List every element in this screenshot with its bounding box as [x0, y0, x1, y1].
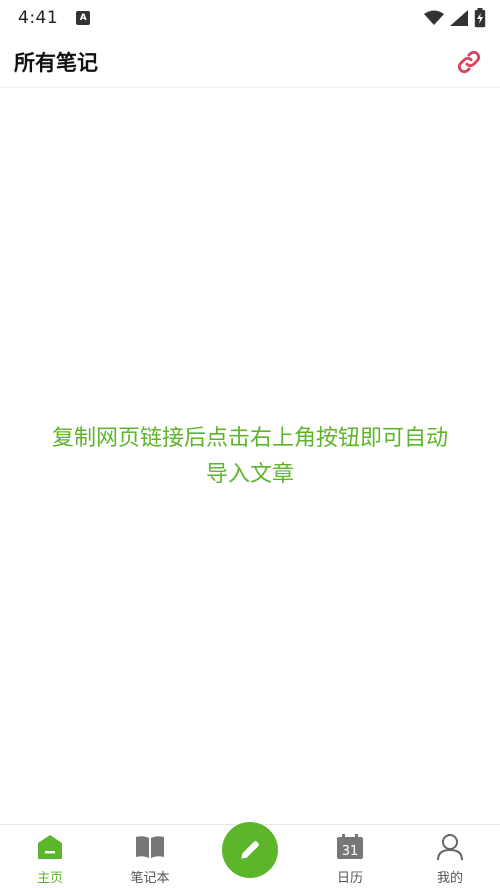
calendar-icon-date: 31	[342, 844, 359, 859]
battery-charging-icon	[474, 8, 486, 28]
status-time: 4:41	[18, 8, 59, 28]
nav-item-notebook[interactable]: 笔记本	[100, 825, 200, 888]
empty-hint-line-2: 导入文章	[205, 462, 294, 487]
nav-label-profile: 我的	[436, 871, 463, 886]
notes-list-area: 复制网页链接后点击右上角按钮即可自动 导入文章	[0, 89, 500, 824]
status-bar: 4:41 A	[0, 0, 500, 36]
empty-hint-line-1: 复制网页链接后点击右上角按钮即可自动	[51, 426, 448, 451]
wifi-icon	[424, 10, 444, 25]
signal-icon	[450, 10, 468, 26]
pencil-icon	[241, 841, 259, 859]
app-header: 所有笔记	[0, 36, 500, 88]
nav-item-profile[interactable]: 我的	[400, 825, 500, 888]
link-icon	[457, 50, 481, 73]
new-note-button[interactable]	[222, 822, 278, 878]
bottom-nav: 主页 笔记本 31 日历 我的	[0, 822, 500, 888]
nav-item-calendar[interactable]: 31 日历	[300, 825, 400, 888]
import-link-button[interactable]	[452, 45, 486, 79]
nav-item-home[interactable]: 主页	[0, 825, 100, 888]
nav-label-calendar: 日历	[336, 871, 363, 886]
nav-item-compose	[200, 822, 300, 888]
nav-label-notebook: 笔记本	[130, 871, 170, 886]
page-title: 所有笔记	[14, 50, 98, 75]
nav-label-home: 主页	[36, 871, 63, 886]
empty-state-hint: 复制网页链接后点击右上角按钮即可自动 导入文章	[0, 421, 500, 493]
status-icons	[424, 8, 486, 28]
notebook-icon	[135, 833, 165, 861]
app-notification-letter: A	[79, 12, 87, 23]
calendar-icon: 31	[335, 833, 365, 861]
home-icon	[35, 833, 65, 861]
app-notification-icon: A	[76, 11, 91, 25]
profile-icon	[435, 833, 465, 861]
